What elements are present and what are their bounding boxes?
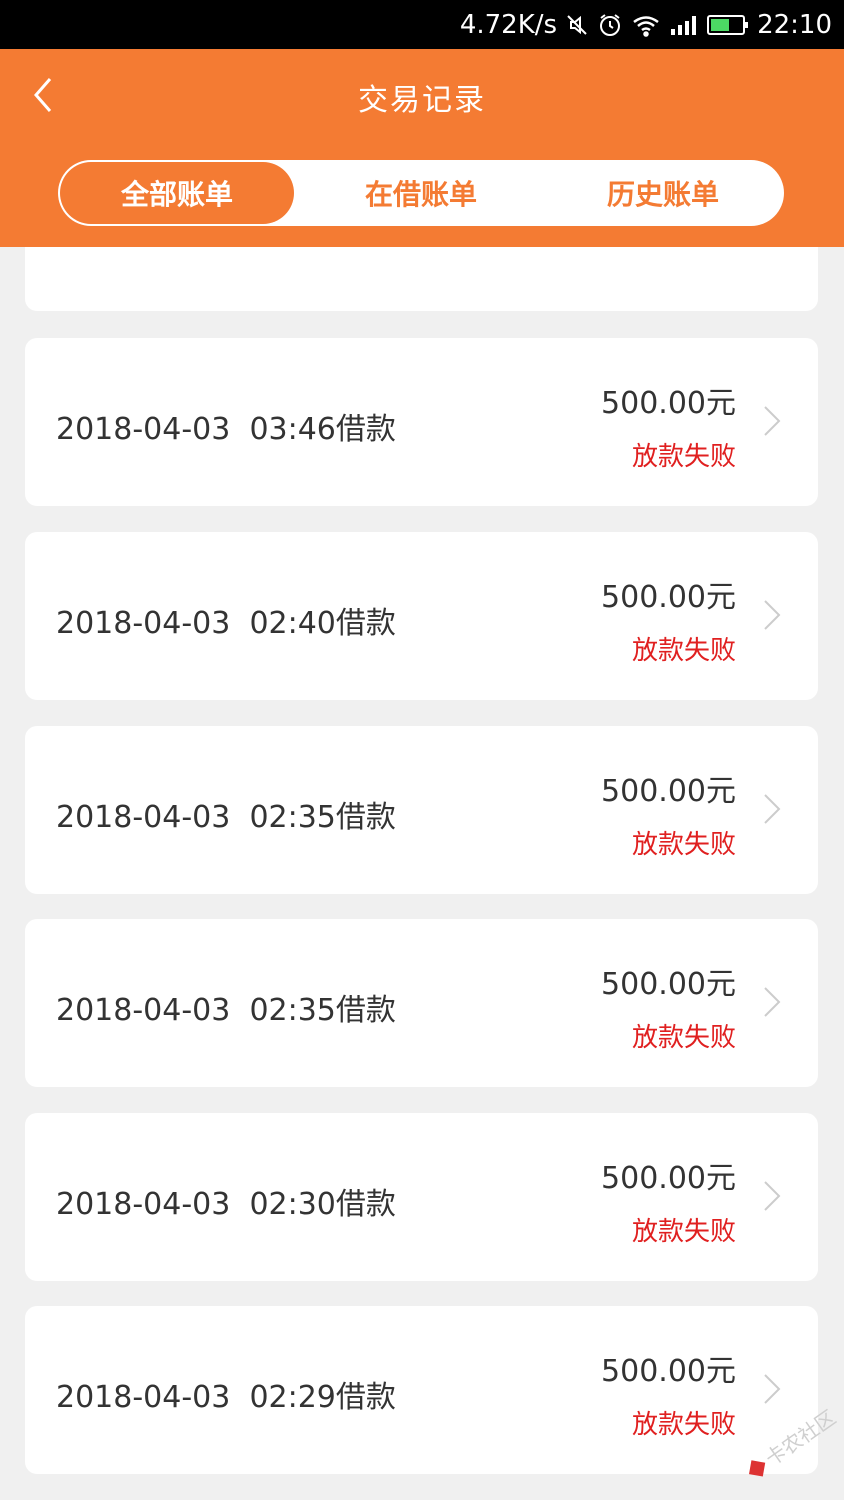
chevron-right-icon [764,794,781,824]
list-item[interactable]: 2018-04-03 02:40借款 500.00元 放款失败 [25,532,818,700]
record-type: 借款 [335,606,396,641]
watermark-text: 卡农社区 [761,1408,838,1471]
record-title: 2018-04-03 02:35借款 [56,985,396,1029]
record-title: 2018-04-03 02:29借款 [56,1372,396,1416]
chevron-right-icon [764,600,781,630]
record-amount: 500.00元 [601,386,736,421]
record-date: 2018-04-03 [56,800,231,835]
list-item[interactable]: 2018-04-03 02:35借款 500.00元 放款失败 [25,726,818,894]
record-amount: 500.00元 [601,1161,736,1196]
record-time: 02:29 [249,1380,336,1415]
record-type: 借款 [335,1187,396,1222]
record-type: 借款 [335,993,396,1028]
record-time: 02:35 [249,993,336,1028]
page-title: 交易记录 [358,83,486,118]
record-status: 放款失败 [631,442,736,472]
list-item[interactable]: 2018-04-03 03:46借款 500.00元 放款失败 [25,338,818,506]
list-item-partial[interactable] [25,247,818,311]
record-date: 2018-04-03 [56,1380,231,1415]
clock: 22:10 [757,9,832,40]
record-type: 借款 [335,800,396,835]
record-date: 2018-04-03 [56,1187,231,1222]
record-time: 03:46 [249,412,336,447]
transaction-list[interactable]: 2018-04-03 03:46借款 500.00元 放款失败 2018-04-… [0,247,844,1500]
header: 交易记录 全部账单 在借账单 历史账单 [0,49,844,247]
tab-label: 全部账单 [120,178,233,211]
tab-label: 历史账单 [606,178,719,211]
record-amount: 500.00元 [601,774,736,809]
record-title: 2018-04-03 02:35借款 [56,792,396,836]
alarm-icon [597,12,623,38]
list-item[interactable]: 2018-04-03 02:30借款 500.00元 放款失败 [25,1113,818,1281]
record-title: 2018-04-03 03:46借款 [56,404,396,448]
list-item[interactable]: 2018-04-03 02:35借款 500.00元 放款失败 [25,919,818,1087]
record-status: 放款失败 [631,636,736,666]
record-status: 放款失败 [631,830,736,860]
watermark-logo: 卡农社区 [749,1408,838,1477]
record-title: 2018-04-03 02:40借款 [56,598,396,642]
chevron-right-icon [764,406,781,436]
record-status: 放款失败 [631,1410,736,1440]
chevron-right-icon [764,987,781,1017]
status-bar: 4.72K/s 22:10 [0,0,844,49]
record-amount: 500.00元 [601,580,736,615]
record-type: 借款 [335,1380,396,1415]
signal-icon [669,13,699,37]
record-date: 2018-04-03 [56,412,231,447]
record-amount: 500.00元 [601,1354,736,1389]
chevron-right-icon [764,1181,781,1211]
record-time: 02:40 [249,606,336,641]
mute-icon [565,13,589,37]
tab-history-bills[interactable]: 历史账单 [544,160,782,226]
list-item[interactable]: 2018-04-03 02:29借款 500.00元 放款失败 [25,1306,818,1474]
tab-all-bills[interactable]: 全部账单 [60,162,294,224]
tab-label: 在借账单 [364,178,477,211]
bill-tabs: 全部账单 在借账单 历史账单 [58,160,784,226]
record-date: 2018-04-03 [56,606,231,641]
wifi-icon [631,13,661,37]
record-title: 2018-04-03 02:30借款 [56,1179,396,1223]
record-time: 02:30 [249,1187,336,1222]
battery-icon [707,13,749,37]
record-date: 2018-04-03 [56,993,231,1028]
chevron-right-icon [764,1374,781,1404]
net-speed: 4.72K/s [459,9,558,40]
record-status: 放款失败 [631,1023,736,1053]
record-amount: 500.00元 [601,967,736,1002]
tab-borrowing-bills[interactable]: 在借账单 [302,160,540,226]
record-time: 02:35 [249,800,336,835]
record-type: 借款 [335,412,396,447]
record-status: 放款失败 [631,1217,736,1247]
status-icons: 4.72K/s 22:10 [460,0,832,49]
